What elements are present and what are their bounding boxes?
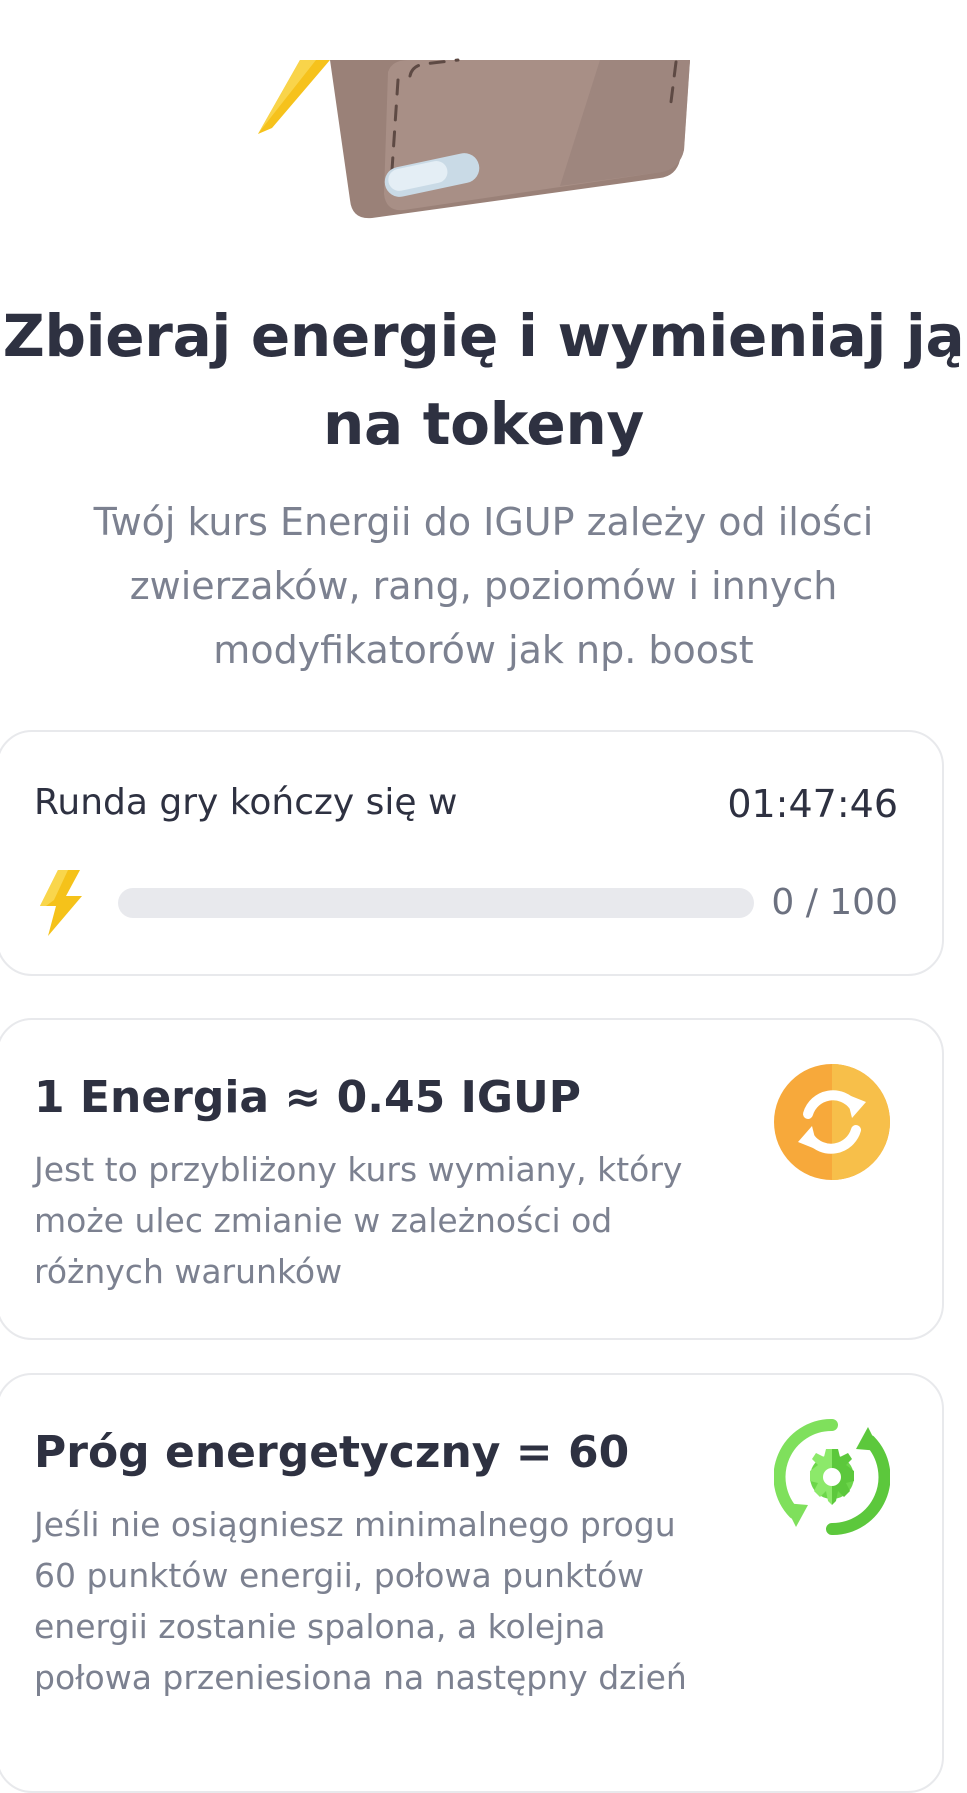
energy-progress-count: 0 / 100 — [771, 882, 898, 923]
description-line: Jest to przybliżony kurs wymiany, który — [34, 1150, 683, 1189]
description-line: Jeśli nie osiągniesz minimalnego progu — [34, 1505, 676, 1544]
page-subtitle: Twój kurs Energii do IGUP zależy od iloś… — [20, 490, 947, 682]
energy-threshold-card: Próg energetyczny = 60 Jeśli nie osiągni… — [0, 1373, 944, 1793]
subtitle-line: modyfikatorów jak np. boost — [213, 628, 754, 672]
energy-threshold-title: Próg energetyczny = 60 — [34, 1427, 630, 1478]
wallet-illustration — [258, 58, 690, 219]
energy-threshold-description: Jeśli nie osiągniesz minimalnego progu 6… — [34, 1499, 734, 1703]
description-line: różnych warunków — [34, 1252, 343, 1291]
exchange-icon — [774, 1064, 890, 1180]
exchange-rate-title: 1 Energia ≈ 0.45 IGUP — [34, 1072, 581, 1123]
recycle-gear-icon — [774, 1419, 890, 1535]
description-line: może ulec zmianie w zależności od — [34, 1201, 613, 1240]
description-line: 60 punktów energii, połowa punktów — [34, 1556, 645, 1595]
round-card: Runda gry kończy się w 01:47:46 0 / 100 — [0, 730, 944, 976]
subtitle-line: Twój kurs Energii do IGUP zależy od iloś… — [93, 500, 874, 544]
energy-bolt-icon — [40, 870, 82, 936]
energy-progress-bar — [118, 888, 754, 918]
exchange-rate-description: Jest to przybliżony kurs wymiany, który … — [34, 1144, 734, 1297]
exchange-rate-card: 1 Energia ≈ 0.45 IGUP Jest to przybliżon… — [0, 1018, 944, 1340]
subtitle-line: zwierzaków, rang, poziomów i innych — [129, 564, 838, 608]
round-label: Runda gry kończy się w — [34, 782, 458, 823]
page-title-line: Zbieraj energię i wymieniaj ją — [2, 302, 965, 370]
page-title-line: na tokeny — [323, 390, 644, 458]
page-title: Zbieraj energię i wymieniaj ją na tokeny — [0, 292, 967, 468]
description-line: energii zostanie spalona, a kolejna — [34, 1607, 606, 1646]
round-timer: 01:47:46 — [727, 782, 898, 826]
description-line: połowa przeniesiona na następny dzień — [34, 1658, 687, 1697]
